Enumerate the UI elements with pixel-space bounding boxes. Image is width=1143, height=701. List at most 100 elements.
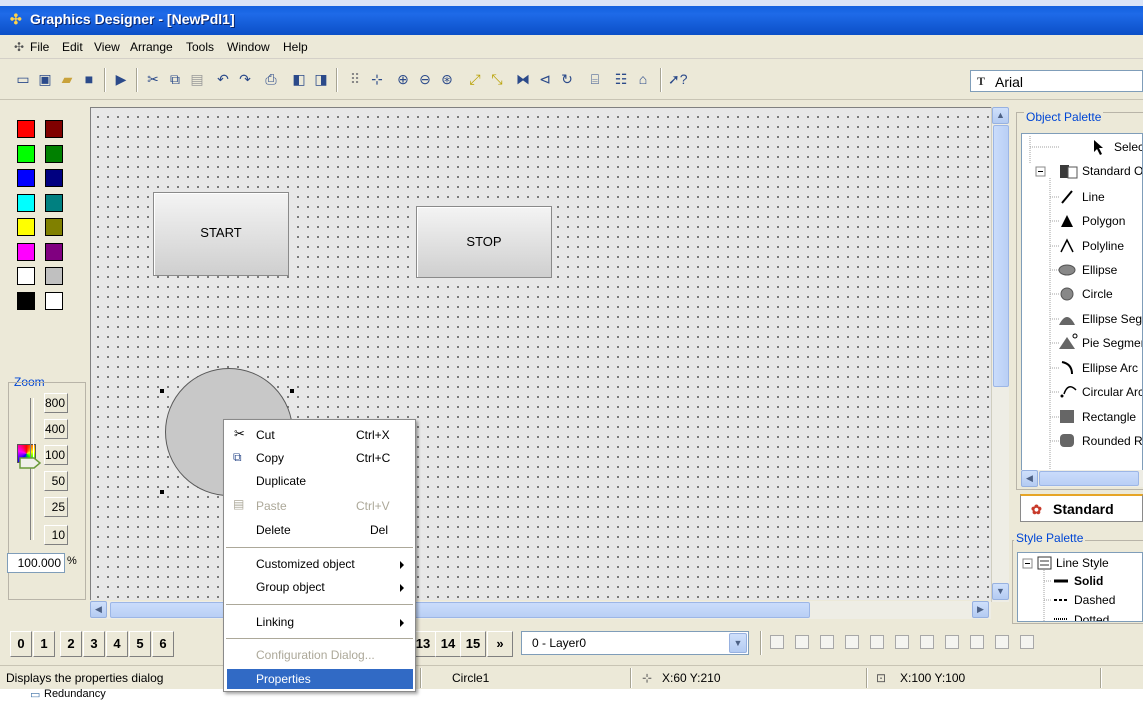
horizontal-scroll-thumb[interactable] [110,602,810,618]
align-bottom-icon[interactable] [870,635,884,649]
redo-icon[interactable]: ↷ [236,70,254,88]
layer-4-button[interactable]: 4 [106,631,128,657]
color-swatch-cyan[interactable] [17,193,35,212]
connector-alt-icon[interactable]: ⤡ [488,70,506,88]
same-height-icon[interactable] [995,635,1009,649]
zoom-100-button[interactable]: 100 [44,445,68,465]
center-icon[interactable] [895,635,909,649]
more-layers-button[interactable]: » [487,631,513,657]
start-button-object[interactable]: START [153,192,289,276]
font-selector[interactable]: T Arial [970,70,1143,92]
color-swatch-magenta[interactable] [17,242,35,261]
color-swatch-dark-blue[interactable] [45,169,63,187]
vertical-scroll-thumb[interactable] [993,125,1009,387]
scroll-right-icon[interactable]: ▶ [972,601,989,618]
chevron-down-icon[interactable]: ▼ [729,633,747,653]
stop-button-object[interactable]: STOP [416,206,552,278]
align-center-icon[interactable] [795,635,809,649]
copy-icon[interactable]: ⧉ [166,70,184,88]
same-width-icon[interactable] [970,635,984,649]
tree-item-line[interactable]: Line [1082,190,1105,204]
selection-handle[interactable] [160,490,164,494]
color-swatch-green[interactable] [17,144,35,163]
menu-item-properties[interactable]: Properties [256,672,311,686]
tree-item-rounded-rectangle[interactable]: Rounded Rectangle [1082,434,1142,448]
align-top-icon[interactable] [820,635,834,649]
align-left-icon[interactable] [770,635,784,649]
object-tree-scroll-thumb[interactable] [1039,471,1139,486]
tag-icon[interactable]: ⌂ [634,70,652,88]
color-swatch-dark-red[interactable] [45,120,63,138]
color-swatch-purple[interactable] [45,242,63,261]
menu-item-cut[interactable]: Cut [256,428,275,442]
properties-icon[interactable]: ⌸ [586,70,604,88]
color-swatch-olive[interactable] [45,218,63,236]
menu-help[interactable]: Help [283,40,308,54]
menu-item-linking[interactable]: Linking [256,615,294,629]
color-swatch-white[interactable] [17,267,35,285]
color-swatch-gray[interactable] [45,267,63,285]
scroll-left-icon[interactable]: ◀ [90,601,107,618]
menu-item-configuration-dialog[interactable]: Configuration Dialog... [256,648,375,662]
new-template-icon[interactable]: ▣ [36,70,54,88]
help-icon[interactable]: ➚? [668,70,688,88]
layer-dropdown[interactable]: 0 - Layer0 ▼ [521,631,749,655]
tree-item-ellipse[interactable]: Ellipse [1082,263,1117,277]
style-tree-solid[interactable]: Solid [1074,574,1103,588]
zoom-slider-thumb[interactable] [19,457,41,469]
color-swatch-blue[interactable] [17,169,35,187]
layer-3-button[interactable]: 3 [83,631,105,657]
color-swatch-teal[interactable] [45,193,63,212]
menu-item-group-object[interactable]: Group object [256,580,325,594]
scroll-down-icon[interactable]: ▼ [992,583,1009,600]
open-icon[interactable]: ▰ [58,70,76,88]
align-middle-icon[interactable] [845,635,859,649]
zoom-slider-track[interactable] [30,398,34,540]
same-size-icon[interactable] [1020,635,1034,649]
selection-handle[interactable] [160,389,164,393]
zoom-50-button[interactable]: 50 [44,471,68,491]
menu-item-delete[interactable]: Delete [256,523,291,537]
scroll-left-icon[interactable]: ◀ [1021,470,1038,487]
new-icon[interactable]: ▭ [14,70,32,88]
tree-item-circular-arc[interactable]: Circular Arc [1082,385,1142,399]
layer-14-button[interactable]: 14 [435,631,461,657]
zoom-25-button[interactable]: 25 [44,497,68,517]
menu-window[interactable]: Window [227,40,270,54]
bring-front-icon[interactable]: ◧ [290,70,308,88]
color-swatch-red[interactable] [17,120,35,138]
menu-item-duplicate[interactable]: Duplicate [256,474,306,488]
style-tree-dashed[interactable]: Dashed [1074,593,1115,607]
menu-tools[interactable]: Tools [186,40,214,54]
cut-icon[interactable]: ✂ [144,70,162,88]
color-swatch-black[interactable] [17,291,35,310]
color-swatch-white-alt[interactable] [45,291,63,310]
tree-item-pie-segment[interactable]: Pie Segment [1082,336,1142,350]
menu-arrange[interactable]: Arrange [130,40,173,54]
distribute-vertical-icon[interactable] [945,635,959,649]
layer-2-button[interactable]: 2 [60,631,82,657]
menu-item-copy[interactable]: Copy [256,451,284,465]
library-icon[interactable]: ☷ [612,70,630,88]
tree-item-polyline[interactable]: Polyline [1082,239,1124,253]
menu-view[interactable]: View [94,40,120,54]
tab-standard[interactable]: ✿ Standard [1020,494,1143,522]
print-icon[interactable]: ⎙ [262,70,280,88]
zoom-in-icon[interactable]: ⊕ [394,70,412,88]
undo-icon[interactable]: ↶ [214,70,232,88]
vertical-scrollbar[interactable]: ▲ ▼ [991,107,1009,602]
scroll-up-icon[interactable]: ▲ [992,107,1009,124]
tree-item-circle[interactable]: Circle [1082,287,1113,301]
document-icon[interactable]: ✣ [14,40,24,54]
menu-file[interactable]: File [30,40,49,54]
zoom-fit-icon[interactable]: ⊛ [438,70,456,88]
zoom-out-icon[interactable]: ⊖ [416,70,434,88]
style-tree-dotted[interactable]: Dotted [1074,613,1109,621]
object-tree-hscrollbar[interactable]: ◀ [1021,470,1143,487]
tree-item-ellipse-segment[interactable]: Ellipse Segment [1082,312,1142,326]
menu-item-paste[interactable]: Paste [256,499,287,513]
flip-vertical-icon[interactable]: ⊲ [536,70,554,88]
zoom-value-input[interactable]: 100.000 [7,553,65,573]
flip-horizontal-icon[interactable]: ⧓ [514,70,532,88]
layer-5-button[interactable]: 5 [129,631,151,657]
